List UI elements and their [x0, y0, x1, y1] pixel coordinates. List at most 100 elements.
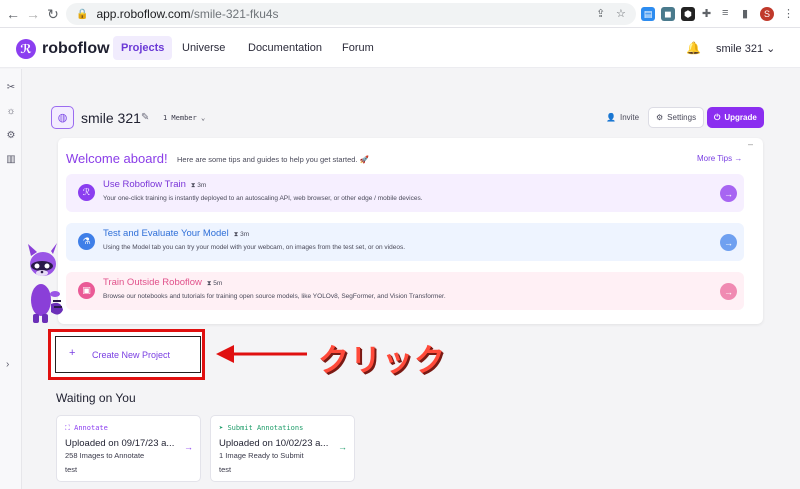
- sidepanel-icon[interactable]: ▮: [742, 7, 748, 20]
- lightbulb-icon[interactable]: ☼: [5, 106, 17, 118]
- members-dropdown[interactable]: 1 Member ⌄: [163, 114, 205, 122]
- tip-duration: ⧗ 3m: [234, 231, 249, 238]
- arrow-right-icon: →: [734, 154, 743, 163]
- user-menu[interactable]: smile 321 ⌄: [716, 42, 775, 55]
- app-header: ℛ roboflow Projects Universe Documentati…: [0, 28, 800, 68]
- card-count: 258 Images to Annotate: [65, 451, 145, 460]
- browser-toolbar: ← → ↻ 🔒 app.roboflow.com/smile-321-fku4s…: [0, 0, 800, 28]
- tip-duration: ⧗ 5m: [207, 280, 222, 287]
- tip-time: 3m: [197, 182, 207, 189]
- card-project: test: [65, 465, 78, 474]
- flask-icon: ⚗: [78, 233, 95, 250]
- welcome-subtitle: Here are some tips and guides to help yo…: [177, 155, 369, 164]
- brand-name: roboflow: [42, 40, 110, 57]
- extension-icon[interactable]: ◼: [661, 7, 675, 21]
- tip-time: 3m: [240, 231, 250, 238]
- tip-duration: ⧗ 3m: [191, 182, 206, 189]
- welcome-panel: – Welcome aboard! Here are some tips and…: [58, 138, 763, 324]
- reload-icon[interactable]: ↻: [42, 3, 64, 25]
- tip-description: Your one-click training is instantly dep…: [103, 195, 423, 202]
- raccoon-mascot-illustration: [28, 243, 63, 323]
- puzzle-icon[interactable]: ✚: [702, 7, 711, 20]
- arrow-right-icon[interactable]: →: [720, 185, 737, 202]
- tip-title-text: Use Roboflow Train: [103, 179, 186, 190]
- url-path: /smile-321-fku4s: [190, 7, 279, 21]
- profile-avatar[interactable]: S: [760, 7, 774, 21]
- tip-time: 5m: [213, 280, 223, 287]
- click-annotation-text: クリック: [318, 343, 446, 378]
- arrow-right-icon[interactable]: →: [338, 442, 347, 452]
- back-icon[interactable]: ←: [2, 3, 24, 25]
- chevron-down-icon: ⌄: [766, 43, 776, 55]
- more-tips-link[interactable]: More Tips →: [697, 154, 742, 163]
- highlight-box: + Create New Project: [48, 329, 205, 380]
- tip-card[interactable]: ⚗ Test and Evaluate Your Model ⧗ 3m Using…: [66, 223, 744, 261]
- nav-forum[interactable]: Forum: [334, 36, 382, 60]
- tip-title: Train Outside Roboflow ⧗ 5m: [103, 277, 222, 288]
- card-project: test: [219, 465, 232, 474]
- user-name: smile 321: [716, 43, 764, 55]
- tip-card[interactable]: ℛ Use Roboflow Train ⧗ 3m Your one-click …: [66, 174, 744, 212]
- pencil-icon[interactable]: ✎: [141, 112, 149, 123]
- waiting-card[interactable]: ➤ Submit Annotations Uploaded on 10/02/2…: [210, 415, 355, 482]
- arrow-right-icon[interactable]: →: [184, 442, 193, 452]
- forward-icon[interactable]: →: [22, 3, 44, 25]
- tools-icon[interactable]: ✂: [5, 82, 17, 94]
- tip-description: Using the Model tab you can try your mod…: [103, 244, 406, 251]
- waiting-section-title: Waiting on You: [56, 391, 136, 405]
- upgrade-button[interactable]: ⏻ Upgrade: [707, 107, 764, 128]
- rocket-icon: 🚀: [359, 155, 369, 164]
- tip-title: Use Roboflow Train ⧗ 3m: [103, 179, 206, 190]
- plus-icon: +: [69, 347, 76, 359]
- box-icon: ▣: [78, 282, 95, 299]
- menu-icon[interactable]: ⋮: [783, 7, 794, 20]
- collapse-icon[interactable]: –: [748, 139, 753, 149]
- annotate-icon: ⛶: [65, 424, 75, 432]
- annotation-arrow: [216, 345, 307, 363]
- bookmark-star-icon[interactable]: ☆: [616, 7, 626, 20]
- nav-universe[interactable]: Universe: [174, 36, 233, 60]
- url-host: app.roboflow.com: [96, 7, 191, 21]
- lock-icon: 🔒: [76, 8, 89, 20]
- gear-icon: ⚙: [656, 113, 664, 122]
- card-type-label: Submit Annotations: [227, 424, 304, 432]
- reading-list-icon[interactable]: ≡: [722, 7, 728, 19]
- members-count: 1 Member: [163, 114, 197, 122]
- card-type: ⛶ Annotate: [65, 424, 108, 433]
- invite-label: Invite: [619, 113, 640, 122]
- upgrade-icon: ⏻: [714, 112, 721, 122]
- card-type-label: Annotate: [74, 424, 108, 432]
- chevron-down-icon: ⌄: [200, 114, 206, 122]
- globe-icon: ◍: [51, 106, 74, 129]
- library-icon[interactable]: ▥: [5, 154, 17, 166]
- waiting-card[interactable]: ⛶ Annotate Uploaded on 09/17/23 a... 258…: [56, 415, 201, 482]
- tip-title: Test and Evaluate Your Model ⧗ 3m: [103, 228, 249, 239]
- arrow-right-icon[interactable]: →: [720, 283, 737, 300]
- share-icon[interactable]: ⇪: [596, 7, 605, 20]
- tip-description: Browse our notebooks and tutorials for t…: [103, 293, 446, 300]
- roboflow-train-icon: ℛ: [78, 184, 95, 201]
- invite-button[interactable]: 👤 Invite: [599, 107, 646, 128]
- extension-icon[interactable]: ▤: [641, 7, 655, 21]
- address-bar[interactable]: 🔒 app.roboflow.com/smile-321-fku4s: [66, 3, 636, 25]
- nav-projects[interactable]: Projects: [113, 36, 173, 60]
- create-new-project-button[interactable]: + Create New Project: [55, 336, 201, 373]
- extension-icon[interactable]: ⬢: [681, 7, 695, 21]
- settings-label: Settings: [667, 113, 697, 122]
- welcome-subtitle-text: Here are some tips and guides to help yo…: [177, 155, 358, 164]
- left-rail: ✂ ☼ ⚙ ▥: [0, 69, 22, 489]
- gear-icon[interactable]: ⚙: [5, 130, 17, 142]
- card-type: ➤ Submit Annotations: [219, 424, 303, 432]
- workspace-name: smile 321: [81, 110, 141, 126]
- bell-icon[interactable]: 🔔: [686, 41, 701, 55]
- tip-card[interactable]: ▣ Train Outside Roboflow ⧗ 5m Browse our …: [66, 272, 744, 310]
- roboflow-logo[interactable]: ℛ roboflow: [16, 39, 110, 59]
- settings-button[interactable]: ⚙ Settings: [648, 107, 705, 128]
- chevron-right-icon[interactable]: ›: [6, 359, 9, 370]
- card-upload: Uploaded on 09/17/23 a...: [65, 438, 175, 449]
- upgrade-label: Upgrade: [724, 113, 757, 122]
- nav-documentation[interactable]: Documentation: [240, 36, 330, 60]
- card-count: 1 Image Ready to Submit: [219, 451, 304, 460]
- welcome-title: Welcome aboard!: [66, 151, 168, 166]
- arrow-right-icon[interactable]: →: [720, 234, 737, 251]
